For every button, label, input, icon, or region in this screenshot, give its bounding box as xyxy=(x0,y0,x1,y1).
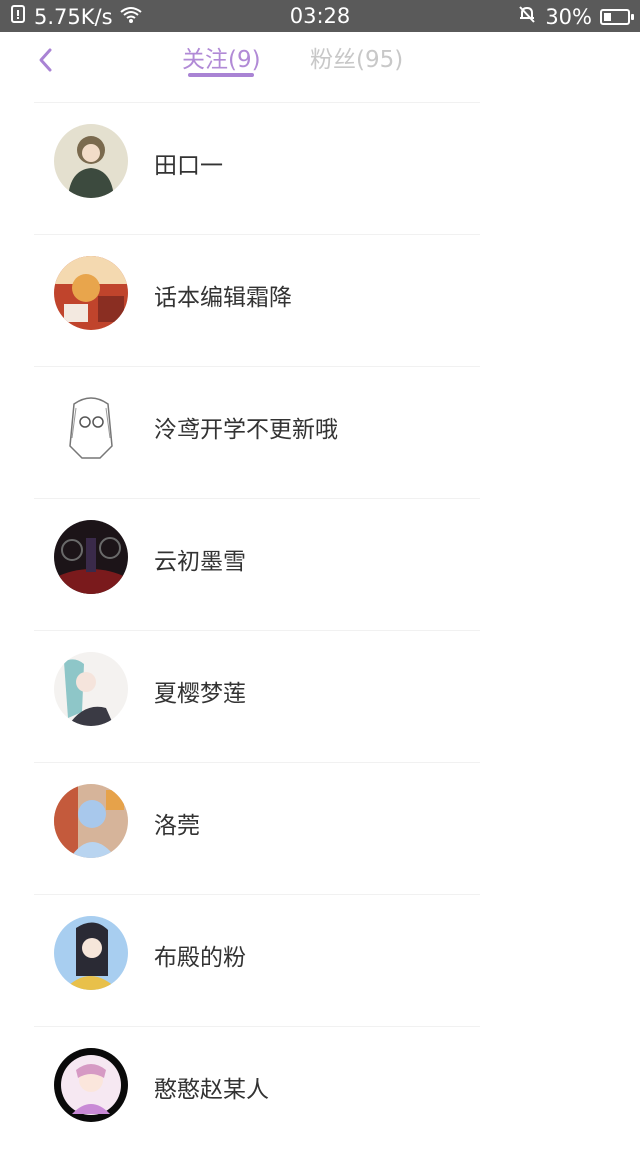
list-item[interactable]: 话本编辑霜降 xyxy=(0,234,640,365)
user-name: 田口一 xyxy=(154,153,223,179)
user-name: 夏樱梦莲 xyxy=(154,681,246,707)
chevron-left-icon xyxy=(39,48,52,72)
silent-bell-icon xyxy=(517,4,537,29)
list-item[interactable]: 夏樱梦莲 xyxy=(0,630,640,761)
back-button[interactable] xyxy=(30,42,60,78)
user-name: 云初墨雪 xyxy=(154,549,246,575)
user-name: 话本编辑霜降 xyxy=(154,285,292,311)
list-item[interactable]: 田口一 xyxy=(0,102,640,233)
active-tab-indicator xyxy=(188,73,254,77)
avatar[interactable] xyxy=(54,520,128,594)
battery-percent: 30% xyxy=(545,4,592,29)
user-name: 泠鸢开学不更新哦 xyxy=(154,417,338,443)
list-item[interactable]: 云初墨雪 xyxy=(0,498,640,629)
list-item[interactable]: 憨憨赵某人 xyxy=(0,1026,640,1157)
avatar[interactable] xyxy=(54,784,128,858)
status-right: 30% xyxy=(517,4,634,29)
avatar[interactable] xyxy=(54,388,128,462)
tab-fans[interactable]: 粉丝(95) xyxy=(310,40,403,74)
avatar[interactable] xyxy=(54,652,128,726)
avatar[interactable] xyxy=(54,916,128,990)
battery-fill xyxy=(604,12,611,21)
list-item[interactable]: 泠鸢开学不更新哦 xyxy=(0,366,640,497)
user-name: 布殿的粉 xyxy=(154,945,246,971)
avatar[interactable] xyxy=(54,256,128,330)
user-name: 洛莞 xyxy=(154,813,200,839)
avatar[interactable] xyxy=(54,124,128,198)
list-item[interactable]: 布殿的粉 xyxy=(0,894,640,1025)
tab-following[interactable]: 关注(9) xyxy=(182,40,261,74)
user-name: 憨憨赵某人 xyxy=(154,1077,269,1103)
battery-icon xyxy=(600,8,634,25)
status-bar: 5.75K/s 03:28 30% xyxy=(0,0,640,32)
list-item[interactable]: 洛莞 xyxy=(0,762,640,893)
avatar[interactable] xyxy=(54,1048,128,1122)
nav-bar: 关注(9) 粉丝(95) xyxy=(0,32,640,102)
